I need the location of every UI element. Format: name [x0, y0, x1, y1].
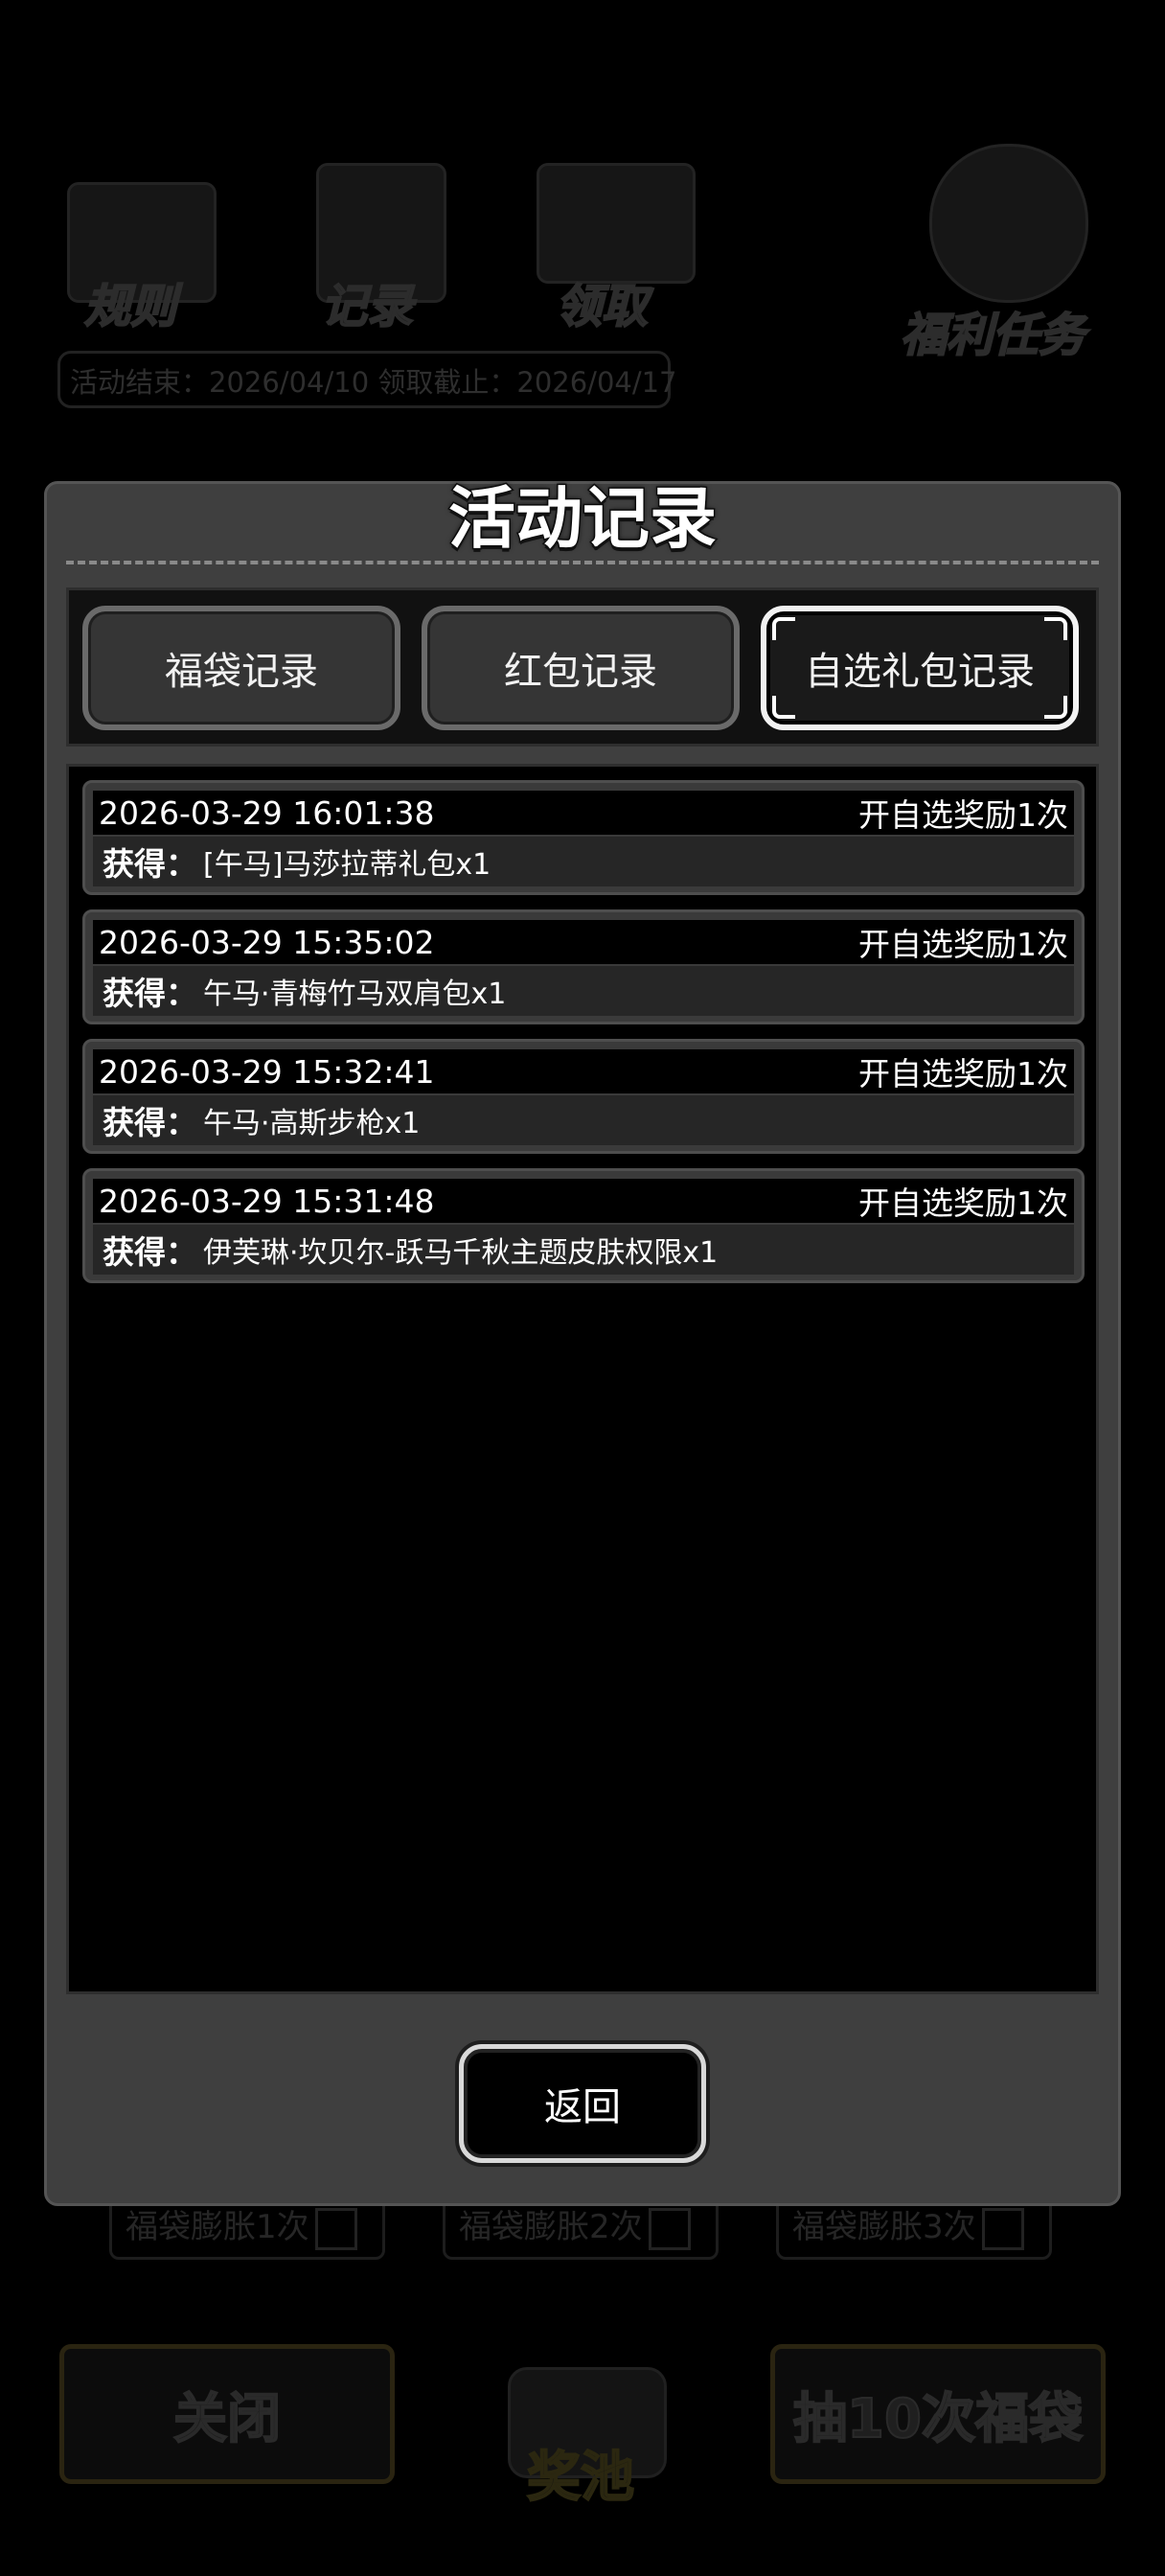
record-item: 午马·青梅竹马双肩包x1 [203, 978, 507, 1011]
target-icon [929, 144, 1088, 303]
record-prefix: 获得： [103, 1104, 197, 1141]
prize-pool-label: 奖池 [526, 2446, 635, 2510]
record-prefix: 获得： [103, 845, 197, 883]
record-time: 2026-03-29 15:32:41 [99, 1052, 435, 1091]
expand-label: 福袋膨胀3次 [792, 2208, 976, 2246]
checkbox-icon [981, 2207, 1024, 2250]
rules-entry: 规则 [57, 144, 230, 355]
record-entry: 记录 [297, 144, 469, 355]
modal-title: 活动记录 [447, 478, 719, 560]
record-action: 开自选奖励1次 [858, 1055, 1068, 1092]
tab-red-packet-record[interactable]: 红包记录 [422, 606, 740, 730]
record-item: [午马]马莎拉蒂礼包x1 [203, 848, 491, 882]
record-body: 获得： 伊芙琳·坎贝尔-跃马千秋主题皮肤权限x1 [93, 1225, 1074, 1275]
record-list[interactable]: 2026-03-29 16:01:38 开自选奖励1次 获得： [午马]马莎拉蒂… [66, 764, 1099, 1994]
record-time: 2026-03-29 15:31:48 [99, 1182, 435, 1220]
activity-record-modal: 活动记录 福袋记录 红包记录 自选礼包记录 2026-03-29 16:01:3… [44, 478, 1121, 2206]
record-row: 2026-03-29 16:01:38 开自选奖励1次 获得： [午马]马莎拉蒂… [82, 780, 1085, 895]
claim-entry: 领取 [527, 144, 709, 355]
tab-lucky-bag-record[interactable]: 福袋记录 [82, 606, 400, 730]
record-time: 2026-03-29 15:35:02 [99, 923, 435, 961]
record-row: 2026-03-29 15:35:02 开自选奖励1次 获得： 午马·青梅竹马双… [82, 909, 1085, 1024]
record-action: 开自选奖励1次 [858, 926, 1068, 963]
back-button[interactable]: 返回 [459, 2044, 706, 2163]
claim-label: 领取 [555, 279, 649, 334]
rules-label: 规则 [83, 279, 177, 334]
mailbox-icon [537, 163, 696, 284]
record-prefix: 获得： [103, 975, 197, 1012]
record-prefix: 获得： [103, 1233, 197, 1271]
record-tabs: 福袋记录 红包记录 自选礼包记录 [66, 587, 1099, 747]
corner-mark [1044, 617, 1067, 640]
draw-10-button-bg: 抽10次福袋 [770, 2344, 1106, 2484]
checkbox-icon [314, 2207, 357, 2250]
record-action: 开自选奖励1次 [858, 796, 1068, 834]
close-button-bg: 关闭 [59, 2344, 395, 2484]
record-body: 获得： 午马·青梅竹马双肩包x1 [93, 966, 1074, 1016]
record-header: 2026-03-29 15:31:48 开自选奖励1次 [93, 1179, 1074, 1223]
record-item: 午马·高斯步枪x1 [203, 1107, 421, 1140]
record-header: 2026-03-29 15:35:02 开自选奖励1次 [93, 920, 1074, 964]
record-time: 2026-03-29 16:01:38 [99, 794, 435, 832]
corner-mark [1044, 696, 1067, 719]
record-header: 2026-03-29 15:32:41 开自选奖励1次 [93, 1049, 1074, 1093]
activity-date-bar: 活动结束：2026/04/10 领取截止：2026/04/17 [57, 351, 677, 408]
record-row: 2026-03-29 15:32:41 开自选奖励1次 获得： 午马·高斯步枪x… [82, 1039, 1085, 1154]
record-body: 获得： 午马·高斯步枪x1 [93, 1095, 1074, 1145]
welfare-task-label: 福利任务 [900, 308, 1085, 363]
expand-label: 福袋膨胀2次 [459, 2208, 643, 2246]
checkbox-icon [648, 2207, 691, 2250]
tab-optional-gift-record[interactable]: 自选礼包记录 [761, 606, 1079, 730]
tab-label: 自选礼包记录 [805, 650, 1035, 694]
record-row: 2026-03-29 15:31:48 开自选奖励1次 获得： 伊芙琳·坎贝尔-… [82, 1168, 1085, 1283]
record-body: 获得： [午马]马莎拉蒂礼包x1 [93, 837, 1074, 886]
title-divider [66, 561, 1099, 564]
expand-label: 福袋膨胀1次 [126, 2208, 309, 2246]
corner-mark [772, 617, 795, 640]
corner-mark [772, 696, 795, 719]
record-label: 记录 [320, 279, 414, 334]
record-item: 伊芙琳·坎贝尔-跃马千秋主题皮肤权限x1 [203, 1236, 719, 1270]
record-header: 2026-03-29 16:01:38 开自选奖励1次 [93, 791, 1074, 835]
record-action: 开自选奖励1次 [858, 1184, 1068, 1222]
welfare-task-entry: 福利任务 [891, 134, 1121, 364]
prize-pool: 奖池 [469, 2310, 699, 2510]
